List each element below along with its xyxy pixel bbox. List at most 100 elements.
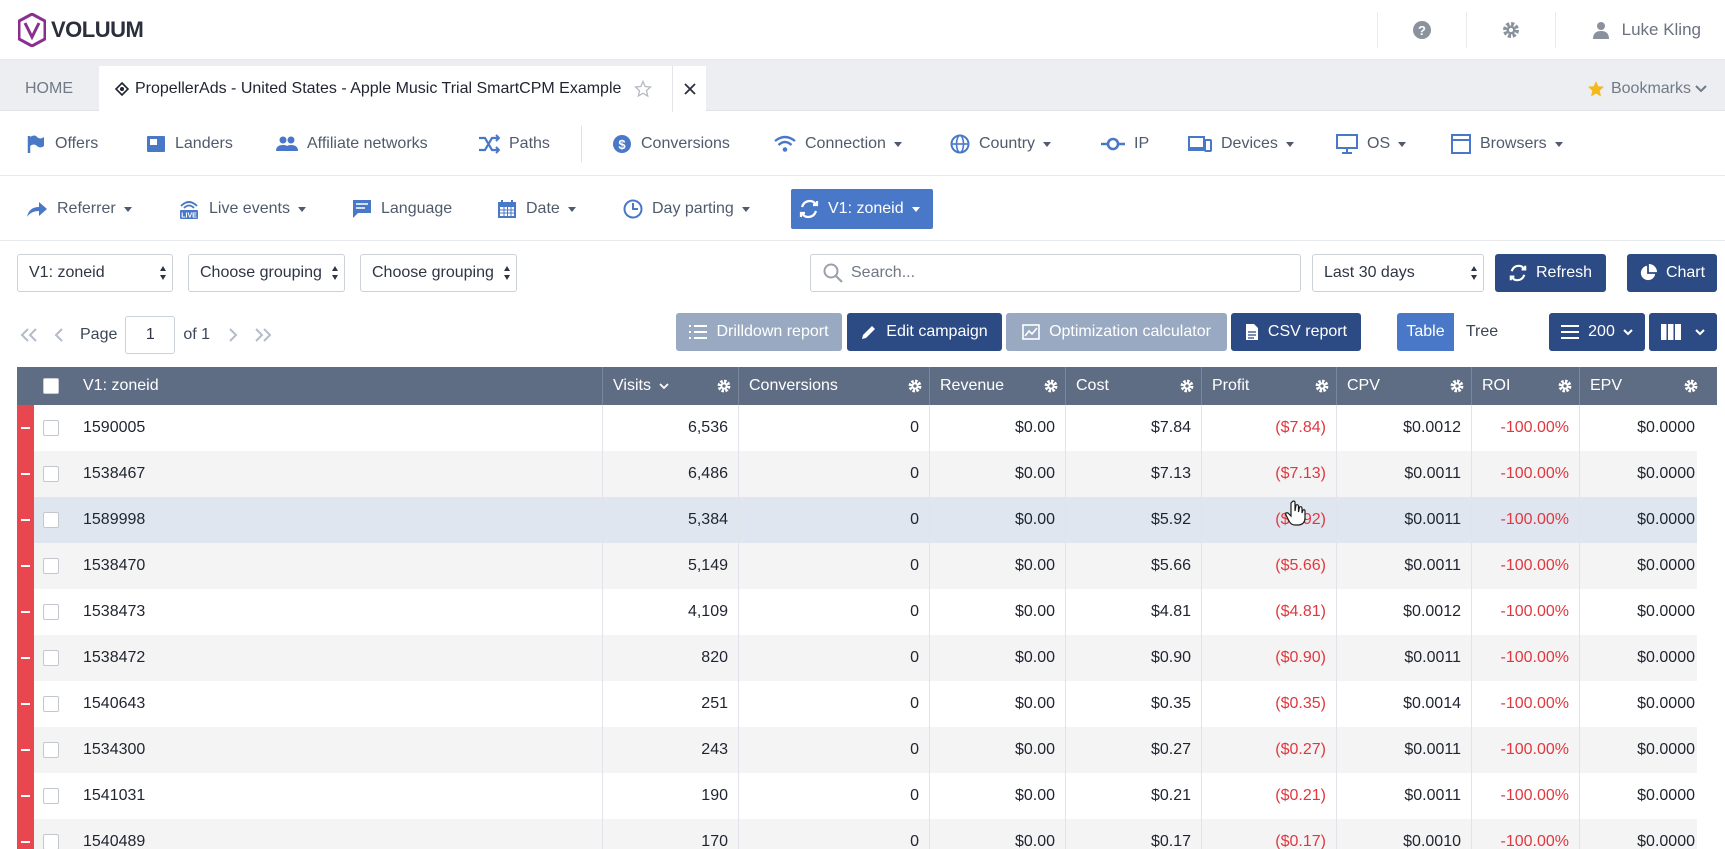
optimization-calculator-button[interactable]: Optimization calculator	[1006, 313, 1227, 351]
column-settings-icon[interactable]	[907, 378, 923, 394]
row-checkbox[interactable]	[43, 512, 59, 528]
row-status-stripe	[17, 451, 34, 497]
cell-revenue: $0.00	[930, 543, 1066, 589]
table-row[interactable]: 1541031 190 0 $0.00 $0.21 ($0.21) $0.0011 -100.…	[17, 773, 1697, 819]
row-status-stripe	[17, 635, 34, 681]
table-row[interactable]: 1540489 170 0 $0.00 $0.17 ($0.17) $0.0010 -100.…	[17, 819, 1697, 849]
column-header-cost[interactable]: Cost	[1066, 367, 1202, 405]
nav-country[interactable]: Country	[942, 124, 1059, 164]
pagination: Page 1 of 1	[20, 316, 272, 354]
search-box[interactable]	[810, 254, 1301, 292]
column-settings-icon[interactable]	[716, 378, 732, 394]
first-page-icon[interactable]	[20, 328, 38, 342]
column-settings-icon[interactable]	[1179, 378, 1195, 394]
drilldown-report-button[interactable]: Drilldown report	[676, 313, 842, 351]
column-header-cpv[interactable]: CPV	[1337, 367, 1472, 405]
nav-affiliate-networks[interactable]: Affiliate networks	[268, 124, 436, 164]
cell-cost: $0.27	[1066, 727, 1202, 773]
tab-campaign[interactable]: PropellerAds - United States - Apple Mus…	[99, 66, 706, 112]
table-row[interactable]: 15899985,3840$0.00$5.92($5.92)$0.0011-10…	[17, 497, 1697, 543]
grouping-select-2[interactable]: Choose grouping	[188, 254, 345, 292]
cell-roi: -100.00%	[1472, 819, 1580, 849]
user-name: Luke Kling	[1621, 20, 1701, 39]
nav-ip[interactable]: IP	[1093, 124, 1157, 164]
table-row[interactable]: 1540643 251 0 $0.00 $0.35 ($0.35) $0.0014 -100.…	[17, 681, 1697, 727]
cell-zoneid: 1589998	[73, 497, 603, 543]
row-checkbox[interactable]	[43, 420, 59, 436]
column-header-zoneid[interactable]: V1: zoneid	[73, 367, 603, 405]
nav-browsers[interactable]: Browsers	[1443, 124, 1571, 164]
nav-date[interactable]: Date	[489, 189, 584, 229]
last-page-icon[interactable]	[254, 328, 272, 342]
settings-button[interactable]	[1467, 0, 1555, 60]
nav-v1-zoneid[interactable]: V1: zoneid	[791, 189, 933, 229]
user-menu[interactable]: Luke Kling	[1556, 20, 1725, 40]
row-checkbox[interactable]	[43, 834, 59, 849]
edit-campaign-button[interactable]: Edit campaign	[847, 313, 1002, 351]
search-input[interactable]	[851, 264, 1271, 282]
table-row[interactable]: 1534300 243 0 $0.00 $0.27 ($0.27) $0.0011 -100.…	[17, 727, 1697, 773]
table-row[interactable]: 1590005 6,536 0 $0.00 $7.84 ($7.84) $0.0012 -10…	[17, 405, 1697, 451]
prev-page-icon[interactable]	[54, 328, 64, 342]
column-header-roi[interactable]: ROI	[1472, 367, 1580, 405]
row-checkbox[interactable]	[43, 604, 59, 620]
nav-devices[interactable]: Devices	[1180, 124, 1302, 164]
row-checkbox[interactable]	[43, 696, 59, 712]
select-all-checkbox[interactable]	[43, 378, 59, 394]
cell-cost: $7.84	[1066, 405, 1202, 451]
nav-offers[interactable]: Offers	[18, 124, 106, 164]
cell-visits: 6,536	[603, 405, 739, 451]
next-page-icon[interactable]	[228, 328, 238, 342]
nav-paths[interactable]: Paths	[470, 124, 558, 164]
nav-live-events[interactable]: LIVE Live events	[170, 189, 314, 229]
column-settings-icon[interactable]	[1683, 378, 1699, 394]
voluum-logo[interactable]: VOLUUM	[18, 12, 144, 47]
grouping-select-3[interactable]: Choose grouping	[360, 254, 517, 292]
tree-view-button[interactable]: Tree	[1454, 313, 1510, 351]
column-header-conversions[interactable]: Conversions	[739, 367, 930, 405]
cell-cpv: $0.0010	[1337, 819, 1472, 849]
table-row[interactable]: 1538472 820 0 $0.00 $0.90 ($0.90) $0.0011 -100.…	[17, 635, 1697, 681]
column-settings-icon[interactable]	[1043, 378, 1059, 394]
nav-conversions[interactable]: $ Conversions	[604, 124, 738, 164]
column-header-profit[interactable]: Profit	[1202, 367, 1337, 405]
help-button[interactable]: ?	[1378, 0, 1466, 60]
nav-referrer[interactable]: Referrer	[18, 189, 140, 229]
row-checkbox[interactable]	[43, 742, 59, 758]
nav-day-parting[interactable]: Day parting	[615, 189, 758, 229]
column-header-revenue[interactable]: Revenue	[930, 367, 1066, 405]
row-checkbox[interactable]	[43, 650, 59, 666]
table-row[interactable]: 1538473 4,109 0 $0.00 $4.81 ($4.81) $0.0012 -10…	[17, 589, 1697, 635]
cell-cost: $5.92	[1066, 497, 1202, 543]
row-checkbox[interactable]	[43, 788, 59, 804]
row-checkbox[interactable]	[43, 466, 59, 482]
date-range-select[interactable]: Last 30 days	[1312, 254, 1484, 292]
cell-conversions: 0	[739, 635, 930, 681]
star-outline-icon[interactable]	[634, 80, 652, 98]
grouping-select-1[interactable]: V1: zoneid	[17, 254, 173, 292]
tab-close-button[interactable]	[672, 66, 706, 112]
nav-language[interactable]: Language	[344, 189, 460, 229]
refresh-button[interactable]: Refresh	[1495, 254, 1606, 292]
tab-home[interactable]: HOME	[4, 66, 94, 111]
bookmarks-menu[interactable]: Bookmarks	[1587, 66, 1707, 111]
table-view-button[interactable]: Table	[1397, 313, 1454, 351]
nav-landers[interactable]: Landers	[138, 124, 241, 164]
devices-icon	[1188, 136, 1212, 152]
row-checkbox[interactable]	[43, 558, 59, 574]
columns-button[interactable]	[1649, 313, 1717, 351]
page-number-input[interactable]: 1	[125, 316, 176, 354]
nav-os[interactable]: OS	[1328, 124, 1414, 164]
column-settings-icon[interactable]	[1449, 378, 1465, 394]
csv-report-button[interactable]: CSV report	[1231, 313, 1361, 351]
column-settings-icon[interactable]	[1557, 378, 1573, 394]
rows-per-page-button[interactable]: 200	[1549, 313, 1645, 351]
column-header-epv[interactable]: EPV	[1580, 367, 1717, 405]
chart-button[interactable]: Chart	[1627, 254, 1717, 292]
lander-icon	[147, 136, 165, 152]
table-row[interactable]: 1538467 6,486 0 $0.00 $7.13 ($7.13) $0.0011 -10…	[17, 451, 1697, 497]
nav-connection[interactable]: Connection	[766, 124, 910, 164]
column-settings-icon[interactable]	[1314, 378, 1330, 394]
table-row[interactable]: 1538470 5,149 0 $0.00 $5.66 ($5.66) $0.0011 -10…	[17, 543, 1697, 589]
column-header-visits[interactable]: Visits	[603, 367, 739, 405]
